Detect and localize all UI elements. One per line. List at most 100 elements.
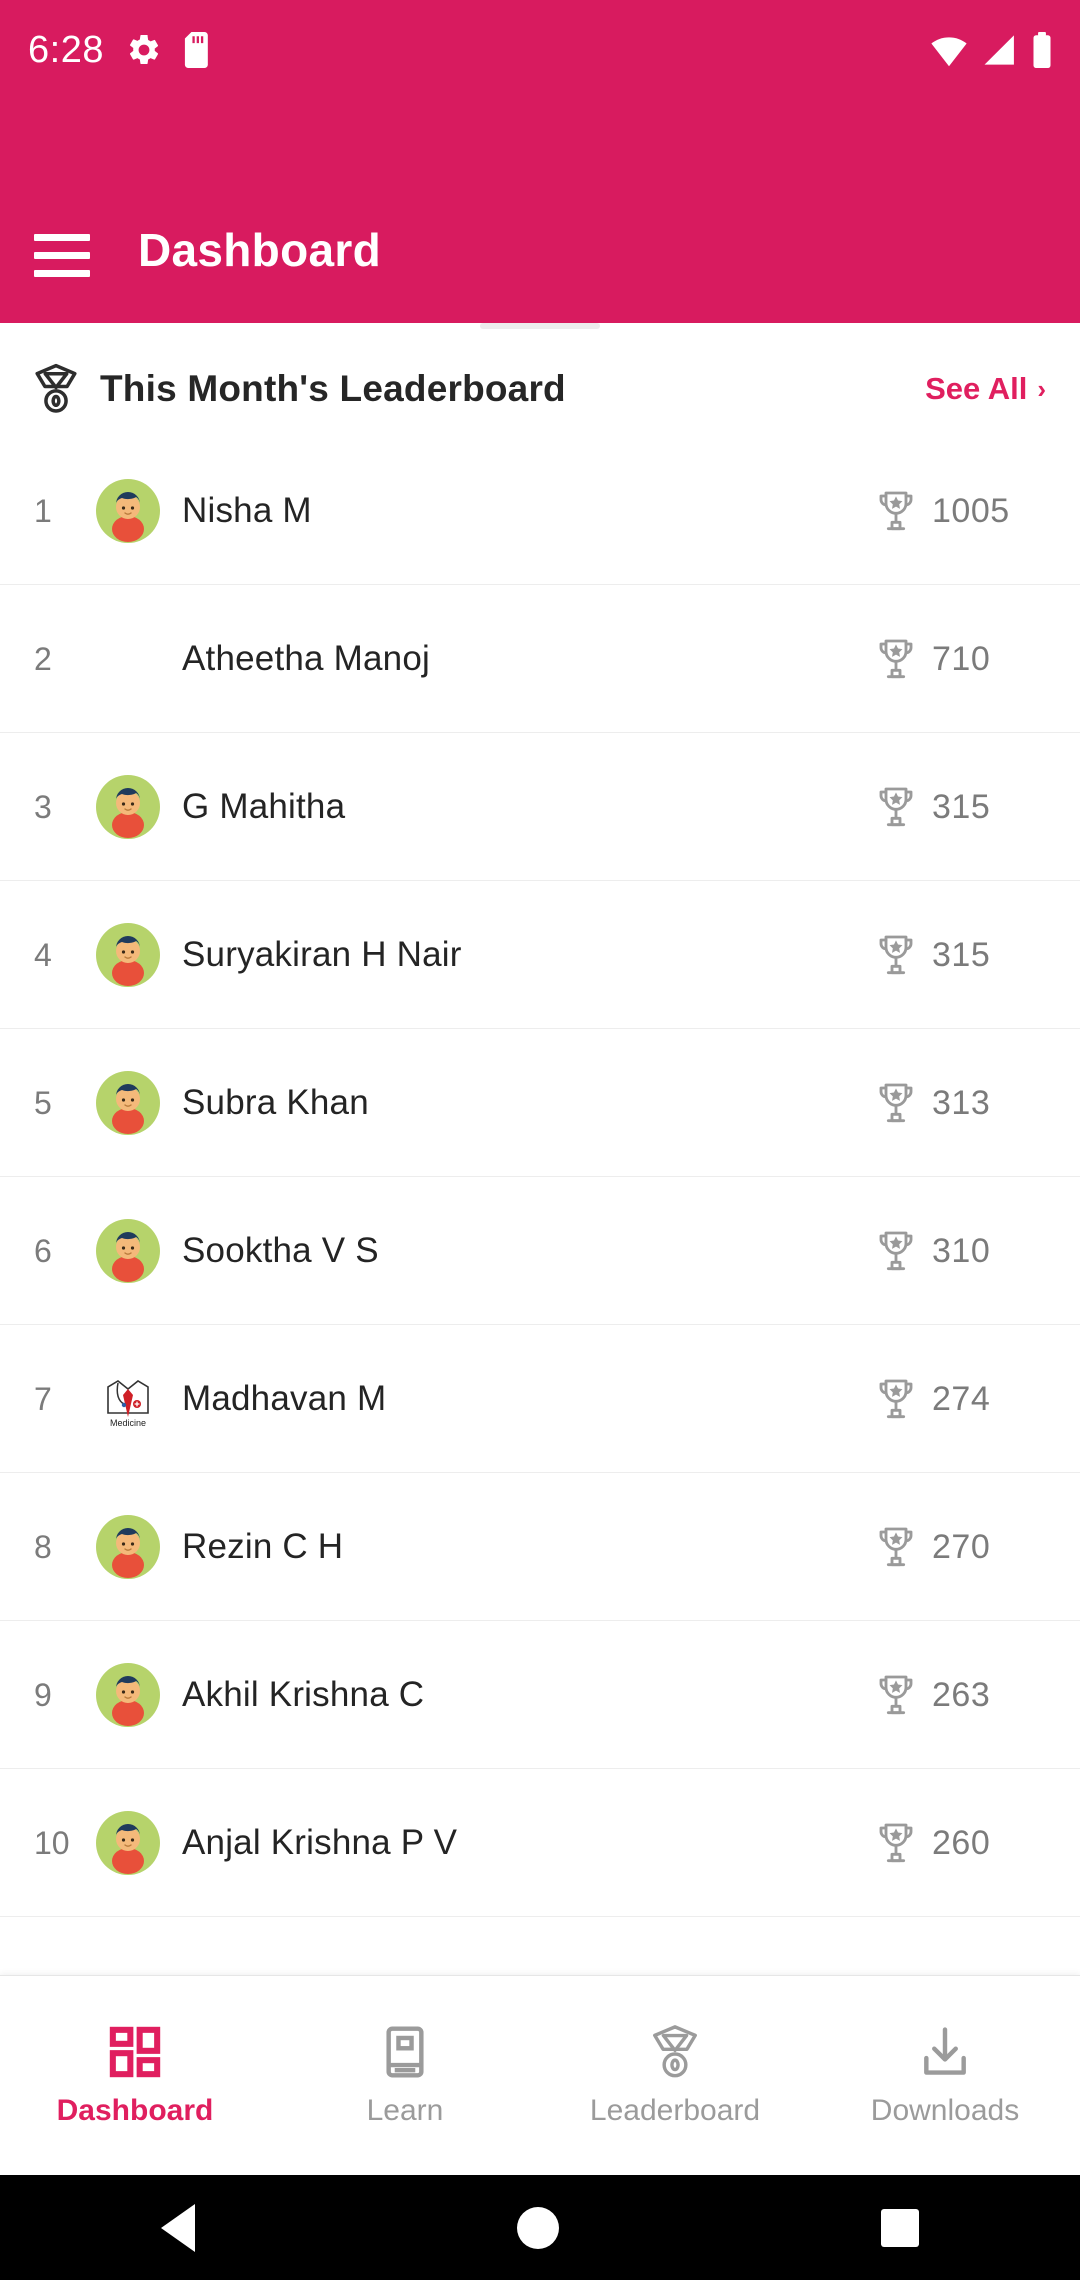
- leaderboard-row[interactable]: 8 Rezin C H 270: [0, 1473, 1080, 1621]
- score-value: 260: [932, 1823, 991, 1862]
- home-circle-icon[interactable]: [517, 2206, 559, 2249]
- rank-number: 8: [34, 1528, 52, 1565]
- rank-number: 3: [34, 788, 52, 825]
- avatar: [96, 1811, 160, 1875]
- trophy-icon: [879, 491, 913, 531]
- score-group: 315: [876, 933, 1046, 977]
- rank-number: 2: [34, 640, 52, 677]
- avatar: [96, 627, 160, 691]
- leaderboard-row[interactable]: 2 Atheetha Manoj 710: [0, 585, 1080, 733]
- trophy-icon: [879, 787, 913, 827]
- trophy-icon: [879, 639, 913, 679]
- app-bar: Dashboard: [0, 100, 1080, 323]
- rank-number: 1: [34, 492, 52, 529]
- participant-name: Subra Khan: [182, 1083, 369, 1122]
- score-value: 1005: [932, 491, 1010, 530]
- status-bar-right: [930, 32, 1052, 68]
- trophy-icon: [879, 1823, 913, 1863]
- score-value: 315: [932, 787, 991, 826]
- leaderboard-row[interactable]: 5 Subra Khan 313: [0, 1029, 1080, 1177]
- bottom-nav-item-dashboard[interactable]: Dashboard: [0, 2024, 270, 2128]
- person-avatar: [96, 923, 160, 987]
- rank-number: 6: [34, 1232, 52, 1269]
- score-group: 710: [876, 637, 1046, 681]
- signal-icon: [984, 35, 1014, 65]
- leaderboard-list: 1 Nisha M 1005 2 Atheetha Manoj 710 3 G Mahitha…: [0, 437, 1080, 1917]
- score-group: 313: [876, 1081, 1046, 1125]
- back-triangle-icon[interactable]: [161, 2203, 195, 2252]
- bottom-nav-label: Learn: [366, 2093, 444, 2127]
- avatar: [96, 923, 160, 987]
- avatar: [96, 775, 160, 839]
- participant-name: Rezin C H: [182, 1527, 344, 1566]
- rank-number: 9: [34, 1676, 52, 1713]
- score-group: 1005: [876, 489, 1046, 533]
- person-avatar: [96, 1811, 160, 1875]
- status-bar: 6:28: [0, 0, 1080, 100]
- score-value: 270: [932, 1527, 991, 1566]
- leaderboard-row[interactable]: 4 Suryakiran H Nair 315: [0, 881, 1080, 1029]
- participant-name: Atheetha Manoj: [182, 639, 430, 678]
- status-bar-clock: 6:28: [28, 29, 104, 71]
- chevron-right-icon: ›: [1037, 374, 1046, 404]
- leaderboard-row[interactable]: 3 G Mahitha 315: [0, 733, 1080, 881]
- gear-icon: [129, 34, 159, 64]
- avatar: Medicine: [96, 1367, 160, 1431]
- leaderboard-row[interactable]: 10 Anjal Krishna P V 260: [0, 1769, 1080, 1917]
- bottom-nav-label: Dashboard: [56, 2093, 214, 2127]
- leaderboard-row[interactable]: 7 Medicine Madhavan M 274: [0, 1325, 1080, 1473]
- score-value: 313: [932, 1083, 991, 1122]
- score-group: 274: [876, 1377, 1046, 1421]
- person-avatar: [96, 775, 160, 839]
- hamburger-menu-icon[interactable]: [34, 234, 90, 277]
- participant-name: Madhavan M: [182, 1379, 387, 1418]
- leaderboard-row[interactable]: 6 Sooktha V S 310: [0, 1177, 1080, 1325]
- hamburger-bar-3: [34, 270, 90, 277]
- trophy-icon: [879, 935, 913, 975]
- participant-name: G Mahitha: [182, 787, 346, 826]
- trophy-icon: [879, 1675, 913, 1715]
- person-avatar: [96, 1219, 160, 1283]
- leaderboard-row[interactable]: 1 Nisha M 1005: [0, 437, 1080, 585]
- rank-number: 4: [34, 936, 52, 973]
- hamburger-bar-2: [34, 252, 90, 259]
- leaderboard-title: This Month's Leaderboard: [100, 368, 566, 409]
- person-avatar: [96, 1515, 160, 1579]
- rank-number: 5: [34, 1084, 52, 1121]
- avatar: [96, 479, 160, 543]
- participant-name: Nisha M: [182, 491, 312, 530]
- bottom-nav-item-leaderboard[interactable]: Leaderboard: [540, 2024, 810, 2128]
- avatar: [96, 1515, 160, 1579]
- system-navigation-bar: [0, 2175, 1080, 2280]
- leaderboard-header: This Month's Leaderboard See All ›: [0, 323, 1080, 437]
- participant-name: Akhil Krishna C: [182, 1675, 425, 1714]
- medicine-logo-avatar: Medicine: [107, 1380, 149, 1428]
- page-title: Dashboard: [138, 224, 381, 276]
- book-icon: [386, 2025, 424, 2078]
- leaderboard-row[interactable]: 9 Akhil Krishna C 263: [0, 1621, 1080, 1769]
- avatar: [96, 1071, 160, 1135]
- trophy-icon: [879, 1527, 913, 1567]
- trophy-icon: [879, 1083, 913, 1123]
- grid-icon: [109, 2026, 161, 2077]
- person-avatar: [96, 1663, 160, 1727]
- see-all-button[interactable]: See All ›: [925, 371, 1046, 407]
- see-all-label: See All: [925, 371, 1028, 406]
- bottom-nav-item-learn[interactable]: Learn: [270, 2024, 540, 2128]
- download-icon: [924, 2026, 966, 2075]
- score-group: 270: [876, 1525, 1046, 1569]
- bottom-nav-item-downloads[interactable]: Downloads: [810, 2024, 1080, 2128]
- avatar-placeholder: [96, 627, 160, 691]
- recents-square-icon[interactable]: [881, 2208, 919, 2247]
- participant-name: Anjal Krishna P V: [182, 1823, 458, 1862]
- app-root: 6:28 Dashboard This Month's Leaderboard …: [0, 0, 1080, 2280]
- trophy-icon: [879, 1379, 913, 1419]
- person-avatar: [96, 1071, 160, 1135]
- participant-name: Sooktha V S: [182, 1231, 379, 1270]
- avatar: [96, 1219, 160, 1283]
- score-group: 310: [876, 1229, 1046, 1273]
- avatar: [96, 1663, 160, 1727]
- medal-icon: [653, 2024, 697, 2077]
- score-group: 315: [876, 785, 1046, 829]
- score-value: 263: [932, 1675, 991, 1714]
